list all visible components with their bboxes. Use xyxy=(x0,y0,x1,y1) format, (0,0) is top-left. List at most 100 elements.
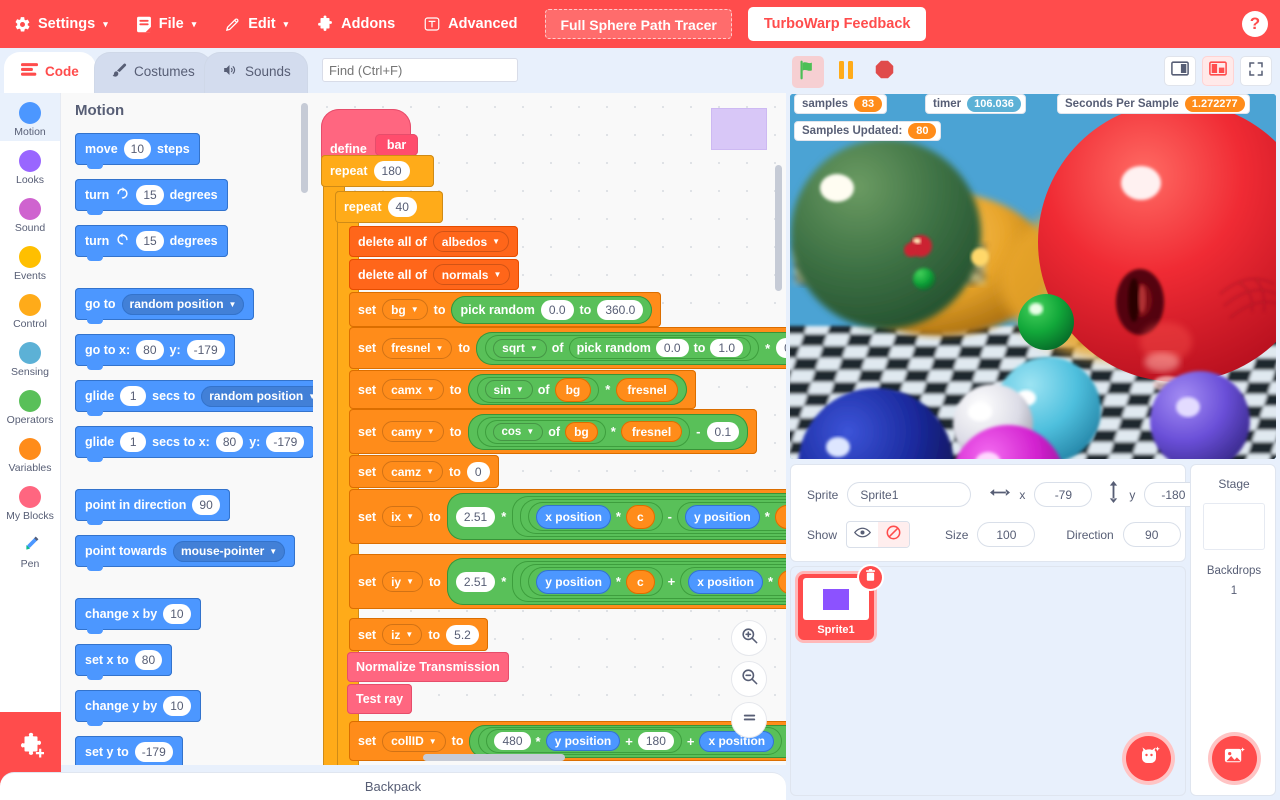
sqrt-of-operator[interactable]: sqrt ▼ of pick random 0.0 to 1.0 xyxy=(485,335,760,361)
palette-block-go-to-xy[interactable]: go to x: 80 y: -179 xyxy=(75,334,235,370)
category-pen[interactable]: Pen xyxy=(0,525,60,573)
multiply-operator-outer[interactable]: 2.51 * x position * c - y position * s xyxy=(446,493,786,540)
menu-file[interactable]: File ▾ xyxy=(122,0,211,48)
add-sprite-button[interactable] xyxy=(1126,736,1171,781)
palette-block-glide-to-xy[interactable]: glide 1 secs to x: 80 y: -179 xyxy=(75,426,313,462)
number-input[interactable]: 15 xyxy=(136,185,164,205)
category-control[interactable]: Control xyxy=(0,285,60,333)
math-op-dropdown[interactable]: cos ▼ xyxy=(492,422,544,441)
dropdown-input[interactable]: random position ▼ xyxy=(201,385,313,407)
y-position-reporter[interactable]: y position xyxy=(545,731,621,751)
variable-reporter[interactable]: s xyxy=(778,569,786,594)
x-position-reporter[interactable]: x position xyxy=(688,569,763,594)
variable-reporter[interactable]: fresnel xyxy=(616,377,678,402)
variable-dropdown[interactable]: camx ▼ xyxy=(382,379,444,400)
number-input[interactable]: 80 xyxy=(136,340,164,360)
zoom-in-button[interactable] xyxy=(731,620,767,656)
number-input[interactable]: 0.0 xyxy=(655,339,689,357)
number-input[interactable]: 1 xyxy=(120,432,147,452)
zoom-reset-button[interactable] xyxy=(731,702,767,738)
number-input[interactable]: 10 xyxy=(163,696,191,716)
menu-advanced[interactable]: Advanced xyxy=(409,0,531,48)
dropdown-input[interactable]: random position ▼ xyxy=(121,293,245,315)
palette-block-point-towards[interactable]: point towards mouse-pointer ▼ xyxy=(75,535,296,571)
number-input[interactable]: 15 xyxy=(136,231,164,251)
variable-reporter[interactable]: s xyxy=(774,504,786,529)
stage-selector-pane[interactable]: Stage Backdrops 1 xyxy=(1190,464,1276,796)
block-palette[interactable]: Motion move 10 steps turn 15 degrees tur… xyxy=(61,93,313,765)
multiply-operator[interactable]: x position * s xyxy=(680,567,786,596)
monitor-seconds-per-sample[interactable]: Seconds Per Sample 1.272277 xyxy=(1057,94,1250,114)
project-title[interactable]: Full Sphere Path Tracer xyxy=(545,9,732,39)
pick-random-operator[interactable]: pick random 0.0 to 360.0 xyxy=(451,295,653,324)
variable-dropdown[interactable]: iz ▼ xyxy=(382,624,423,645)
set-ix-block[interactable]: set ix ▼ to 2.51 * x position * c - y po… xyxy=(349,489,786,544)
monitor-samples-updated[interactable]: Samples Updated: 80 xyxy=(794,121,942,141)
variable-dropdown[interactable]: collID ▼ xyxy=(382,730,446,752)
category-variables[interactable]: Variables xyxy=(0,429,60,477)
y-position-reporter[interactable]: y position xyxy=(536,569,611,594)
dropdown-input[interactable]: mouse-pointer ▼ xyxy=(172,540,286,562)
variable-dropdown[interactable]: camz ▼ xyxy=(382,461,444,482)
category-motion[interactable]: Motion xyxy=(0,93,60,141)
sprite-item-sprite1[interactable]: Sprite1 xyxy=(798,566,882,640)
comment-box[interactable] xyxy=(711,108,767,150)
help-button[interactable]: ? xyxy=(1242,11,1268,37)
variable-reporter[interactable]: bg xyxy=(554,377,592,402)
fullscreen-button[interactable] xyxy=(1240,56,1272,86)
number-input[interactable]: 2.51 xyxy=(455,571,496,592)
multiply-operator[interactable]: 480 * y position + 180 xyxy=(486,729,682,753)
math-op-dropdown[interactable]: sqrt ▼ xyxy=(493,338,547,358)
palette-block-glide-to[interactable]: glide 1 secs to random position ▼ xyxy=(75,380,313,416)
variable-reporter[interactable]: c xyxy=(625,504,655,529)
pick-random-operator[interactable]: pick random 0.0 to 1.0 xyxy=(568,337,752,359)
number-input[interactable]: 10 xyxy=(123,139,152,159)
test-ray-block[interactable]: Test ray xyxy=(347,684,413,714)
tab-code[interactable]: Code xyxy=(4,52,96,93)
stop-button[interactable] xyxy=(868,56,900,88)
workspace-vertical-scrollbar[interactable] xyxy=(775,165,782,291)
number-input[interactable]: -179 xyxy=(134,742,173,762)
set-fresnel-block[interactable]: set fresnel ▼ to sqrt ▼ of pick random 0… xyxy=(349,327,786,369)
palette-block-turn-right[interactable]: turn 15 degrees xyxy=(75,179,228,215)
normalize-transmission-block[interactable]: Normalize Transmission xyxy=(347,652,509,682)
category-events[interactable]: Events xyxy=(0,237,60,285)
category-my-blocks[interactable]: My Blocks xyxy=(0,477,60,525)
find-input[interactable] xyxy=(322,58,518,82)
variable-reporter[interactable]: bg xyxy=(565,421,598,442)
palette-block-change-y[interactable]: change y by 10 xyxy=(75,690,201,726)
direction-input[interactable]: 90 xyxy=(1122,522,1181,547)
pause-button[interactable] xyxy=(830,56,862,88)
monitor-samples[interactable]: samples 83 xyxy=(794,94,888,114)
number-input[interactable]: 2.51 xyxy=(455,506,496,527)
multiply-operator[interactable]: sin ▼ of bg * fresnel xyxy=(467,374,687,405)
number-input[interactable]: 0.15 xyxy=(776,338,786,358)
number-input[interactable]: 180 xyxy=(637,732,674,750)
turbowarp-feedback-button[interactable]: TurboWarp Feedback xyxy=(747,7,927,41)
category-sound[interactable]: Sound xyxy=(0,189,60,237)
show-hidden-button[interactable] xyxy=(878,522,910,547)
multiply-operator[interactable]: y position * s xyxy=(677,502,786,531)
variable-dropdown[interactable]: camy ▼ xyxy=(382,421,444,442)
variable-dropdown[interactable]: fresnel ▼ xyxy=(382,337,453,359)
code-workspace[interactable]: define bar repeat 180 repeat 40 delete a… xyxy=(313,93,786,765)
number-input[interactable]: 80 xyxy=(215,432,244,452)
math-op-dropdown[interactable]: sin ▼ xyxy=(484,380,533,399)
subtract-operator[interactable]: cos ▼ of bg * fresnel - 0.1 xyxy=(467,413,749,450)
set-bg-block[interactable]: set bg ▼ to pick random 0.0 to 360.0 xyxy=(349,292,662,327)
palette-block-point-in-direction[interactable]: point in direction 90 xyxy=(75,489,230,525)
add-backdrop-button[interactable] xyxy=(1212,736,1257,781)
palette-block-move[interactable]: move 10 steps xyxy=(75,133,200,169)
delete-all-albedos-block[interactable]: delete all of albedos ▼ xyxy=(349,226,519,257)
variable-dropdown[interactable]: iy ▼ xyxy=(382,571,424,592)
subtract-operator[interactable]: x position * c - y position * s xyxy=(520,499,786,534)
category-sensing[interactable]: Sensing xyxy=(0,333,60,381)
tab-costumes[interactable]: Costumes xyxy=(94,52,212,93)
number-input[interactable]: 1 xyxy=(120,386,147,406)
list-dropdown[interactable]: normals ▼ xyxy=(432,264,511,285)
palette-block-turn-left[interactable]: turn 15 degrees xyxy=(75,225,228,261)
menu-settings[interactable]: Settings ▾ xyxy=(0,0,122,48)
palette-block-set-y[interactable]: set y to -179 xyxy=(75,736,183,765)
menu-addons[interactable]: Addons xyxy=(302,0,409,48)
add-operator-inner[interactable]: y position * c + x position * s xyxy=(520,564,786,599)
